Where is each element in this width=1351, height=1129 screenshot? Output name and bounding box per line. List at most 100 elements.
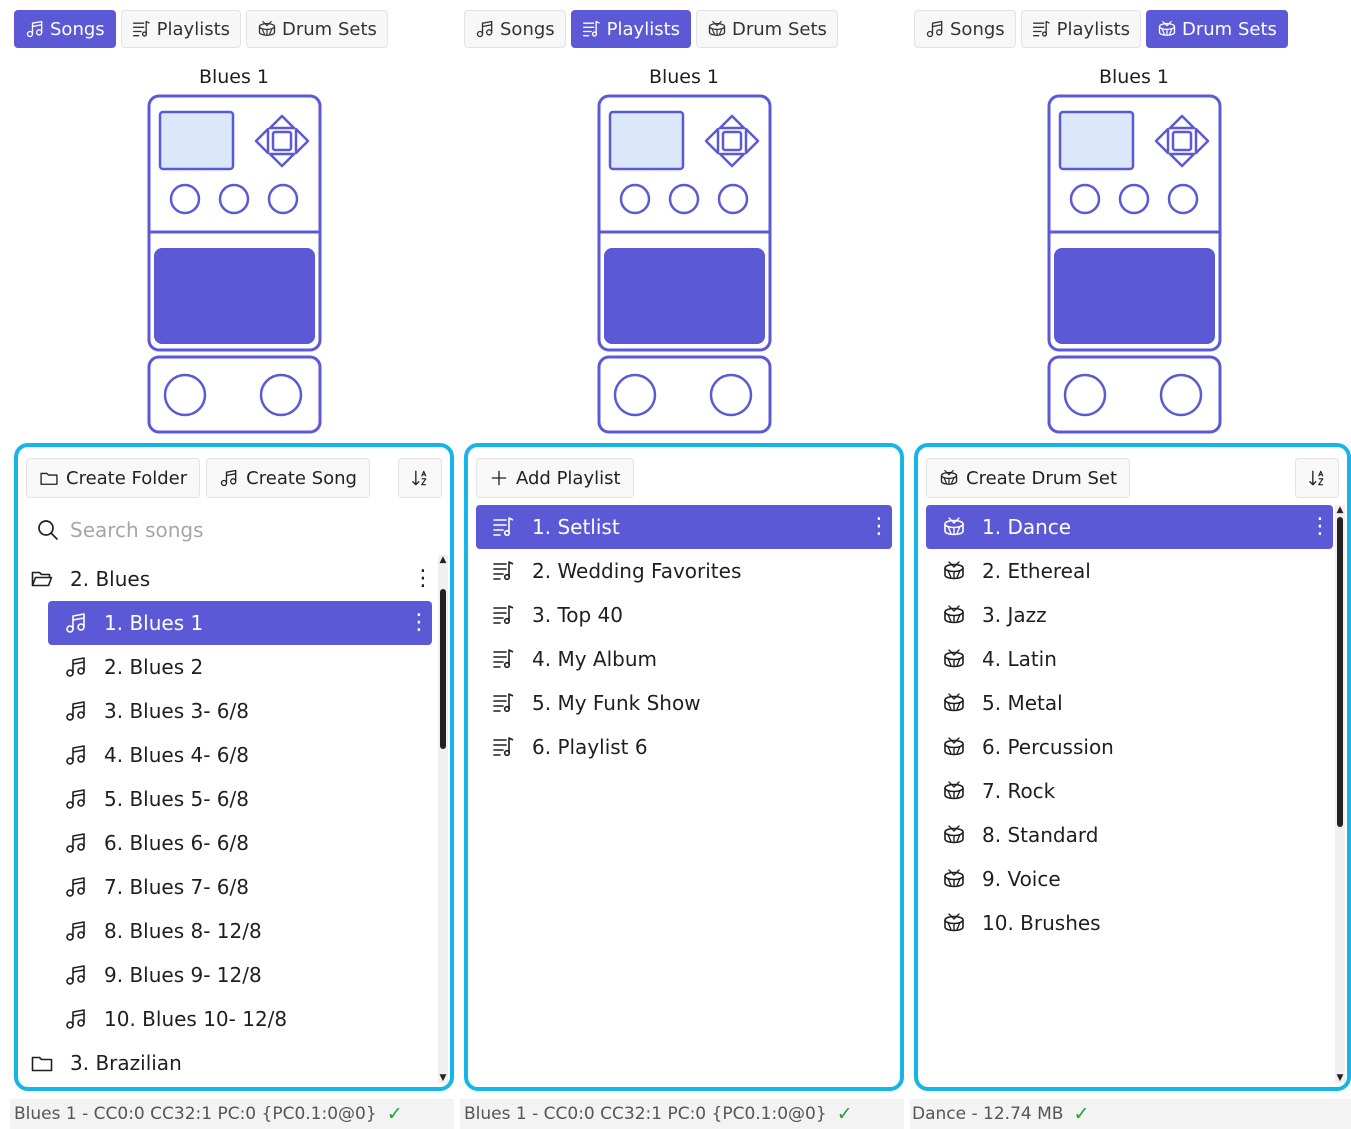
tab-songs[interactable]: Songs	[914, 10, 1016, 48]
drum-icon	[942, 823, 966, 847]
drum-set-row[interactable]: 3. Jazz	[926, 593, 1333, 637]
folder-label: 3. Brazilian	[70, 1051, 182, 1075]
song-row[interactable]: 7. Blues 7- 6/8	[26, 865, 436, 909]
pedal-device-illustration[interactable]	[1047, 94, 1222, 434]
drumsets-toolbar: Create Drum Set	[926, 457, 1339, 499]
drum-set-row[interactable]: 1. Dance ⋮	[926, 505, 1333, 549]
drum-set-row[interactable]: 8. Standard	[926, 813, 1333, 857]
create-folder-button[interactable]: Create Folder	[26, 458, 201, 498]
playlists-list-box: Add Playlist 1. Setlist ⋮ 2. Wedding Fav…	[464, 443, 904, 1091]
tab-playlists[interactable]: Playlists	[570, 10, 692, 48]
song-label: 10. Blues 10- 12/8	[104, 1007, 288, 1031]
drumsets-scrollbar[interactable]: ▲ ▼	[1335, 505, 1345, 1083]
playlist-label: 3. Top 40	[532, 603, 623, 627]
songs-list-box: Create Folder Create Song 2. Blues ⋮ 1.	[14, 443, 454, 1091]
tab-drum-sets[interactable]: Drum Sets	[696, 10, 838, 48]
tab-drum-sets[interactable]: Drum Sets	[246, 10, 388, 48]
scroll-up-icon[interactable]: ▲	[438, 555, 448, 565]
add-playlist-button[interactable]: Add Playlist	[476, 458, 634, 498]
tab-bar: Songs Playlists Drum Sets	[914, 10, 1288, 48]
status-text: Blues 1 - CC0:0 CC32:1 PC:0 {PC0.1:0@0}	[14, 1104, 377, 1124]
drum-set-row[interactable]: 2. Ethereal	[926, 549, 1333, 593]
tab-drum-sets[interactable]: Drum Sets	[1146, 10, 1288, 48]
playlist-label: 6. Playlist 6	[532, 735, 648, 759]
status-bar: Blues 1 - CC0:0 CC32:1 PC:0 {PC0.1:0@0} …	[460, 1099, 904, 1129]
scroll-up-icon[interactable]: ▲	[1335, 505, 1345, 515]
folder-row-blues[interactable]: 2. Blues ⋮	[26, 557, 436, 601]
more-options-icon[interactable]: ⋮	[408, 609, 430, 637]
playlist-label: 5. My Funk Show	[532, 691, 701, 715]
songs-scrollbar[interactable]: ▲ ▼	[438, 555, 448, 1083]
tab-drum-sets-label: Drum Sets	[282, 18, 377, 40]
playlist-row[interactable]: 6. Playlist 6	[476, 725, 892, 769]
drum-set-row[interactable]: 6. Percussion	[926, 725, 1333, 769]
tab-songs[interactable]: Songs	[464, 10, 566, 48]
songs-panel: Songs Playlists Drum Sets Blues 1 Create…	[10, 0, 454, 1129]
drum-icon	[942, 515, 966, 539]
drum-set-row[interactable]: 9. Voice	[926, 857, 1333, 901]
song-row[interactable]: 6. Blues 6- 6/8	[26, 821, 436, 865]
playlist-icon	[492, 603, 516, 627]
drum-set-row[interactable]: 7. Rock	[926, 769, 1333, 813]
drum-set-label: 5. Metal	[982, 691, 1063, 715]
create-song-label: Create Song	[246, 467, 357, 489]
scroll-thumb[interactable]	[440, 589, 446, 749]
drum-icon	[1157, 19, 1177, 39]
scroll-down-icon[interactable]: ▼	[438, 1073, 448, 1083]
tab-playlists[interactable]: Playlists	[1020, 10, 1142, 48]
tab-drum-sets-label: Drum Sets	[1182, 18, 1277, 40]
plus-icon	[489, 468, 509, 488]
drumsets-panel: Songs Playlists Drum Sets Blues 1 Create…	[910, 0, 1351, 1129]
song-row[interactable]: 9. Blues 9- 12/8	[26, 953, 436, 997]
songs-toolbar: Create Folder Create Song	[26, 457, 442, 499]
search-icon	[36, 518, 60, 542]
search-input[interactable]	[70, 518, 410, 542]
playlist-icon	[132, 19, 152, 39]
create-drum-set-button[interactable]: Create Drum Set	[926, 458, 1131, 498]
tab-bar: Songs Playlists Drum Sets	[14, 10, 388, 48]
music-note-icon	[25, 19, 45, 39]
song-row[interactable]: 2. Blues 2	[26, 645, 436, 689]
more-options-icon[interactable]: ⋮	[412, 565, 434, 593]
playlist-label: 1. Setlist	[532, 515, 620, 539]
playlist-row[interactable]: 2. Wedding Favorites	[476, 549, 892, 593]
more-options-icon[interactable]: ⋮	[868, 513, 890, 541]
music-note-icon	[64, 743, 88, 767]
song-row[interactable]: 8. Blues 8- 12/8	[26, 909, 436, 953]
music-note-icon	[64, 611, 88, 635]
drum-set-row[interactable]: 4. Latin	[926, 637, 1333, 681]
song-row[interactable]: 1. Blues 1 ⋮	[48, 601, 432, 645]
playlist-icon	[492, 559, 516, 583]
playlist-row[interactable]: 3. Top 40	[476, 593, 892, 637]
pedal-device-illustration[interactable]	[597, 94, 772, 434]
playlist-row[interactable]: 4. My Album	[476, 637, 892, 681]
sort-button[interactable]	[1295, 458, 1339, 498]
drum-set-row[interactable]: 10. Brushes	[926, 901, 1333, 945]
drum-set-label: 8. Standard	[982, 823, 1099, 847]
folder-icon	[30, 1051, 54, 1075]
tab-songs-label: Songs	[50, 18, 105, 40]
add-playlist-label: Add Playlist	[516, 467, 621, 489]
song-row[interactable]: 3. Blues 3- 6/8	[26, 689, 436, 733]
playlists-list: 1. Setlist ⋮ 2. Wedding Favorites 3. Top…	[476, 505, 892, 769]
drum-set-row[interactable]: 5. Metal	[926, 681, 1333, 725]
song-row[interactable]: 10. Blues 10- 12/8	[26, 997, 436, 1041]
scroll-down-icon[interactable]: ▼	[1335, 1073, 1345, 1083]
playlist-icon	[492, 515, 516, 539]
music-note-icon	[64, 919, 88, 943]
scroll-thumb[interactable]	[1337, 517, 1343, 827]
drum-set-label: 7. Rock	[982, 779, 1056, 803]
tab-playlists-label: Playlists	[1056, 18, 1131, 40]
tab-playlists[interactable]: Playlists	[120, 10, 242, 48]
sort-button[interactable]	[398, 458, 442, 498]
song-row[interactable]: 5. Blues 5- 6/8	[26, 777, 436, 821]
more-options-icon[interactable]: ⋮	[1309, 513, 1331, 541]
folder-row-brazilian[interactable]: 3. Brazilian	[26, 1041, 436, 1085]
create-song-button[interactable]: Create Song	[206, 458, 370, 498]
music-note-icon	[475, 19, 495, 39]
tab-songs[interactable]: Songs	[14, 10, 116, 48]
song-row[interactable]: 4. Blues 4- 6/8	[26, 733, 436, 777]
playlist-row[interactable]: 1. Setlist ⋮	[476, 505, 892, 549]
playlist-row[interactable]: 5. My Funk Show	[476, 681, 892, 725]
pedal-device-illustration[interactable]	[147, 94, 322, 434]
